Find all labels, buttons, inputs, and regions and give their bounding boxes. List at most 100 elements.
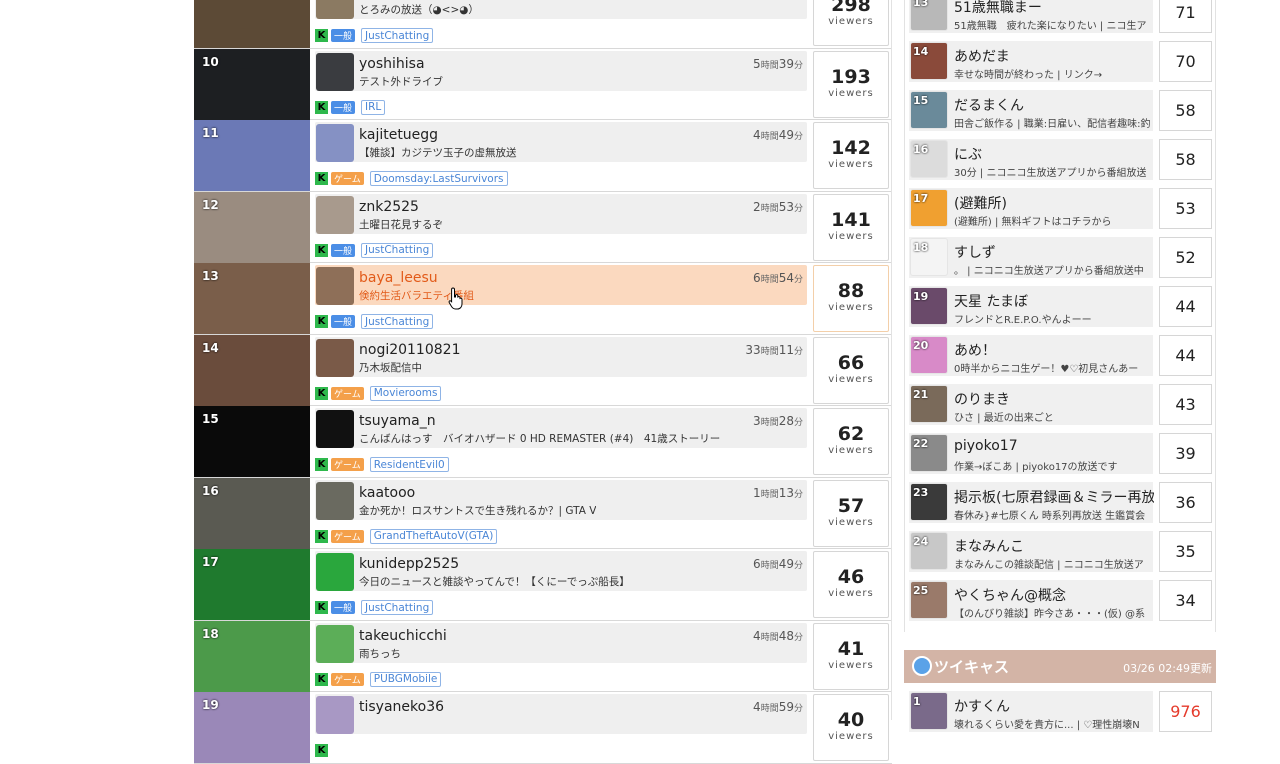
stream-info-box[interactable]: tisyaneko36 4時間59分: [315, 694, 807, 734]
category-tag[interactable]: JustChatting: [361, 600, 434, 615]
stream-row[interactable]: 13 baya_leesu 倹約生活バラエティ番組 6時間54分 K 一般 Ju…: [194, 263, 892, 335]
stream-thumbnail[interactable]: 13: [194, 263, 310, 334]
nico-stream-item[interactable]: 19 天星 たまぼ フレンドとR.E.P.O.やんよーー 44: [904, 281, 1216, 330]
stream-info-box[interactable]: kunidepp2525 今日のニュースと雑談やってんで！【くにーでっぷ船長】 …: [315, 551, 807, 591]
category-tag[interactable]: JustChatting: [361, 28, 434, 43]
streamer-username[interactable]: tisyaneko36: [359, 699, 444, 715]
streamer-name[interactable]: あめ！: [954, 340, 996, 360]
nico-stream-item[interactable]: 22 piyoko17 作業→ぼこあ | piyoko17の放送です 39: [904, 428, 1216, 477]
category-tag[interactable]: GrandTheftAutoV(GTA): [369, 528, 498, 544]
stream-thumbnail[interactable]: 10: [194, 48, 310, 120]
rank-number: 14: [202, 340, 219, 355]
rank-number: 17: [202, 555, 219, 569]
streamer-name[interactable]: やくちゃん@概念: [954, 585, 1066, 605]
category-tag[interactable]: JustChatting: [361, 314, 434, 329]
streamer-username[interactable]: tsuyama_n: [359, 413, 436, 429]
streamer-username[interactable]: kaatooo: [359, 485, 415, 501]
stream-row[interactable]: 12 znk2525 土曜日花見するぞ 2時間53分 K 一般 JustChat…: [194, 191, 892, 263]
duration-minutes: 11: [778, 342, 794, 357]
streamer-avatar: [316, 624, 354, 663]
category-tag[interactable]: ResidentEvil0: [369, 457, 449, 472]
streamer-username[interactable]: baya_leesu: [359, 270, 438, 286]
streamer-name[interactable]: 天星 たまぼ: [954, 291, 1028, 311]
stream-info-box[interactable]: baya_leesu 倹約生活バラエティ番組 6時間54分: [315, 265, 807, 305]
stream-row[interactable]: 18 takeuchicchi 雨ちっち 4時間48分 K ゲーム PUBGMo…: [194, 620, 892, 692]
stream-row[interactable]: 14 nogi20110821 乃木坂配信中 33時間11分 K ゲーム Mov…: [194, 334, 892, 406]
streamer-name[interactable]: 51歳無職まー: [954, 0, 1042, 17]
streamer-name[interactable]: のりまき: [954, 389, 1010, 409]
rank-number: 18: [202, 626, 219, 641]
stream-thumbnail[interactable]: 18: [194, 620, 310, 692]
hours-unit: 時間: [760, 275, 779, 285]
stream-info-box[interactable]: tsuyama_n こんばんはっす バイオハザード 0 HD REMASTER …: [315, 408, 807, 448]
stream-row[interactable]: 15 tsuyama_n こんばんはっす バイオハザード 0 HD REMAST…: [194, 406, 892, 478]
streamer-username[interactable]: yoshihisa: [359, 56, 425, 72]
twitcas-stream-item[interactable]: 1 かすくん 壊れるくらい愛を貴方に... | ♡理性崩壊N 976: [904, 686, 1216, 735]
stream-thumbnail[interactable]: 19: [194, 692, 310, 763]
category-tag[interactable]: PUBGMobile: [369, 671, 442, 687]
stream-title: フレンドとR.E.P.O.やんよーー: [954, 315, 1092, 326]
streamer-username[interactable]: takeuchicchi: [359, 628, 447, 644]
stream-thumbnail[interactable]: 12: [194, 191, 310, 263]
streamer-name[interactable]: にぶ: [954, 144, 982, 164]
nico-stream-item[interactable]: 25 やくちゃん@概念 【のんびり雑談】昨今さあ・・・(仮) @系 34: [904, 575, 1216, 624]
stream-info-box[interactable]: znk2525 土曜日花見するぞ 2時間53分: [315, 193, 807, 234]
viewers-label: viewers: [828, 588, 874, 599]
stream-info-box[interactable]: yoshihisa テスト外ドライブ 5時間39分: [315, 50, 807, 91]
nico-stream-item[interactable]: 15 だるまくん 田舎ご飯作る | 職業:日雇い、配信者趣味:釣 58: [904, 85, 1216, 134]
nico-stream-item[interactable]: 17 (避難所) (避難所) | 無料ギフトはコチラから 53: [904, 183, 1216, 232]
stream-row[interactable]: 19 tisyaneko36 4時間59分 K 40 viewers: [194, 692, 892, 764]
stream-thumbnail[interactable]: 14: [194, 334, 310, 406]
streamer-name[interactable]: 掲示板(七原君録画＆ミラー再放: [954, 487, 1154, 507]
category-tag[interactable]: IRL: [361, 99, 386, 115]
stream-row[interactable]: 17 kunidepp2525 今日のニュースと雑談やってんで！【くにーでっぷ船…: [194, 549, 892, 621]
streamer-username[interactable]: kajitetuegg: [359, 127, 438, 143]
nico-stream-item[interactable]: 13 51歳無職まー 51歳無職 疲れた楽になりたい | ニコ生ア 71: [904, 0, 1216, 36]
streamer-name[interactable]: まなみんこ: [954, 536, 1024, 556]
viewer-count: 41: [837, 637, 865, 660]
streamer-avatar: 14: [910, 42, 948, 80]
stream-thumbnail[interactable]: 9: [194, 0, 310, 48]
streamer-username[interactable]: znk2525: [359, 199, 419, 215]
nico-stream-item[interactable]: 23 掲示板(七原君録画＆ミラー再放 春休み}#七原くん 時系列再放送 生鑑賞会…: [904, 477, 1216, 526]
stream-row[interactable]: 16 kaatooo 金か死か！ロスサントスで生き残れるか？| GTA V 1時…: [194, 477, 892, 549]
stream-row[interactable]: 11 kajitetuegg 【雑談】カジテツ玉子の虚無放送 4時間49分 K …: [194, 120, 892, 192]
viewer-count: 39: [1159, 433, 1212, 474]
stream-thumbnail[interactable]: 17: [194, 549, 310, 620]
stream-duration: 4時間49分: [753, 128, 803, 142]
streamer-name[interactable]: piyoko17: [954, 438, 1018, 454]
category-tag[interactable]: Doomsday:LastSurvivors: [369, 171, 508, 186]
twitcas-updated-time: 03/26 02:49更新: [1123, 662, 1212, 675]
nico-stream-item[interactable]: 18 すしず 。 | ニコニコ生放送アプリから番組放送中 52: [904, 232, 1216, 281]
streamer-username[interactable]: kunidepp2525: [359, 556, 459, 572]
nico-stream-item[interactable]: 20 あめ！ 0時半からニコ生ゲー！♥♡初見さんあー 44: [904, 330, 1216, 379]
streamer-name[interactable]: すしず: [954, 242, 996, 262]
category-tag[interactable]: Movierooms: [369, 385, 442, 401]
nico-stream-item[interactable]: 21 のりまき ひさ | 最近の出来ごと 43: [904, 379, 1216, 428]
stream-row[interactable]: 10 yoshihisa テスト外ドライブ 5時間39分 K 一般 IRL 19…: [194, 48, 892, 120]
streamer-avatar: [316, 124, 354, 162]
stream-thumbnail[interactable]: 15: [194, 406, 310, 477]
stream-info-box[interactable]: nogi20110821 乃木坂配信中 33時間11分: [315, 336, 807, 377]
streamer-name[interactable]: だるまくん: [954, 95, 1024, 115]
stream-thumbnail[interactable]: 11: [194, 120, 310, 191]
stream-thumbnail[interactable]: 16: [194, 477, 310, 549]
stream-info-box[interactable]: とろみの放送（◕<>◕）: [315, 0, 807, 19]
stream-info-box[interactable]: kajitetuegg 【雑談】カジテツ玉子の虚無放送 4時間49分: [315, 122, 807, 162]
stream-row[interactable]: 9 とろみの放送（◕<>◕） K 一般 JustChatting 298 vie…: [194, 0, 892, 49]
minutes-unit: 分: [793, 275, 803, 285]
viewer-count: 141: [831, 208, 871, 231]
rank-number: 17: [913, 192, 929, 205]
genre-badge: 一般: [331, 100, 356, 114]
stream-info-box[interactable]: kaatooo 金か死か！ロスサントスで生き残れるか？| GTA V 1時間13…: [315, 479, 807, 520]
viewer-count: 70: [1159, 41, 1212, 82]
streamer-name[interactable]: あめだま: [954, 46, 1010, 66]
category-tag[interactable]: JustChatting: [361, 242, 434, 258]
nico-stream-item[interactable]: 24 まなみんこ まなみんこの雑談配信 | ニコニコ生放送ア 35: [904, 526, 1216, 575]
streamer-username[interactable]: nogi20110821: [359, 342, 460, 358]
viewers-label: viewers: [828, 373, 874, 385]
stream-info-box[interactable]: takeuchicchi 雨ちっち 4時間48分: [315, 622, 807, 663]
streamer-name[interactable]: (避難所): [954, 193, 1007, 213]
nico-stream-item[interactable]: 14 あめだま 幸せな時間が終わった | リンク→ 70: [904, 36, 1216, 85]
nico-stream-item[interactable]: 16 にぶ 30分 | ニコニコ生放送アプリから番組放送 58: [904, 134, 1216, 183]
